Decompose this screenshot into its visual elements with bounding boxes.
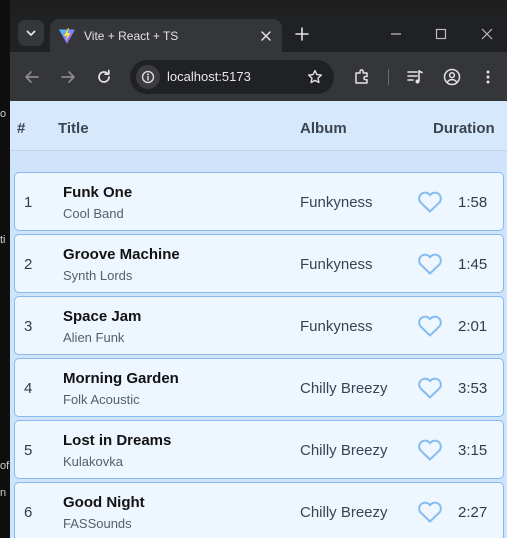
header-number: # xyxy=(17,120,26,137)
site-info-icon[interactable] xyxy=(136,65,160,89)
track-duration: 1:58 xyxy=(458,194,488,211)
page-content: # Title Album Duration 1 Funk One Cool B… xyxy=(10,101,507,538)
tab-strip: Vite + React + TS xyxy=(10,14,507,52)
heart-outline-icon[interactable] xyxy=(417,500,443,524)
track-title: Space Jam xyxy=(63,308,142,325)
queue-music-icon xyxy=(407,70,423,84)
track-duration: 2:27 xyxy=(458,504,488,521)
desktop-text-fragment: of xyxy=(0,460,10,472)
track-album: Funkyness xyxy=(300,318,373,335)
arrow-left-icon xyxy=(25,71,39,83)
close-window-button[interactable] xyxy=(476,23,498,45)
browser-tab-active[interactable]: Vite + React + TS xyxy=(50,19,282,52)
track-number: 2 xyxy=(24,256,33,273)
table-header: # Title Album Duration xyxy=(10,101,507,151)
tab-search-button[interactable] xyxy=(18,20,44,46)
maximize-icon xyxy=(435,28,447,40)
track-row[interactable]: 2 Groove Machine Synth Lords Funkyness 1… xyxy=(14,234,504,293)
desktop-text-fragment: n xyxy=(0,487,7,499)
track-artist: FASSounds xyxy=(63,516,132,531)
forward-button[interactable] xyxy=(55,64,81,90)
track-number: 1 xyxy=(24,194,33,211)
heart-outline-icon[interactable] xyxy=(417,252,443,276)
track-artist: Kulakovka xyxy=(63,454,123,469)
browser-window: Vite + React + TS localhost:5173 # Title… xyxy=(10,14,507,538)
track-number: 5 xyxy=(24,442,33,459)
desktop-background xyxy=(0,0,10,538)
media-controls-button[interactable] xyxy=(402,64,428,90)
close-tab-icon[interactable] xyxy=(256,26,276,46)
track-album: Funkyness xyxy=(300,256,373,273)
address-url: localhost:5173 xyxy=(167,69,251,84)
track-duration: 3:53 xyxy=(458,380,488,397)
track-album: Funkyness xyxy=(300,194,373,211)
maximize-button[interactable] xyxy=(430,23,452,45)
menu-button[interactable] xyxy=(475,64,501,90)
close-icon xyxy=(481,28,493,40)
track-row[interactable]: 5 Lost in Dreams Kulakovka Chilly Breezy… xyxy=(14,420,504,479)
bookmark-star-icon[interactable] xyxy=(304,66,326,88)
vite-logo-icon xyxy=(58,27,76,45)
reload-button[interactable] xyxy=(91,64,117,90)
new-tab-button[interactable] xyxy=(291,23,313,45)
track-album: Chilly Breezy xyxy=(300,380,388,397)
reload-icon xyxy=(98,69,110,83)
address-bar[interactable]: localhost:5173 xyxy=(130,60,334,94)
track-artist: Synth Lords xyxy=(63,268,133,283)
plus-icon xyxy=(295,27,309,41)
track-duration: 3:15 xyxy=(458,442,488,459)
extensions-button[interactable] xyxy=(349,64,375,90)
track-row[interactable]: 3 Space Jam Alien Funk Funkyness 2:01 xyxy=(14,296,504,355)
heart-outline-icon[interactable] xyxy=(417,438,443,462)
track-album: Chilly Breezy xyxy=(300,504,388,521)
track-artist: Cool Band xyxy=(63,206,124,221)
desktop-text-fragment: o xyxy=(0,108,7,120)
track-duration: 1:45 xyxy=(458,256,488,273)
track-title: Good Night xyxy=(63,494,145,511)
track-title: Lost in Dreams xyxy=(63,432,172,449)
heart-outline-icon[interactable] xyxy=(417,190,443,214)
track-artist: Folk Acoustic xyxy=(63,392,140,407)
minimize-button[interactable] xyxy=(385,23,407,45)
account-circle-icon xyxy=(443,68,461,86)
browser-toolbar: localhost:5173 xyxy=(10,52,507,101)
heart-outline-icon[interactable] xyxy=(417,314,443,338)
puzzle-icon xyxy=(355,69,368,84)
header-album: Album xyxy=(300,120,347,137)
track-title: Funk One xyxy=(63,184,133,201)
chevron-down-icon xyxy=(26,30,36,36)
track-title: Groove Machine xyxy=(63,246,180,263)
track-duration: 2:01 xyxy=(458,318,488,335)
track-title: Morning Garden xyxy=(63,370,179,387)
track-number: 4 xyxy=(24,380,33,397)
minimize-icon xyxy=(391,33,401,35)
track-number: 6 xyxy=(24,504,33,521)
track-album: Chilly Breezy xyxy=(300,442,388,459)
header-title: Title xyxy=(58,120,89,137)
back-button[interactable] xyxy=(19,64,45,90)
track-artist: Alien Funk xyxy=(63,330,125,345)
track-row[interactable]: 4 Morning Garden Folk Acoustic Chilly Br… xyxy=(14,358,504,417)
toolbar-separator xyxy=(388,69,389,85)
header-duration: Duration xyxy=(433,120,495,137)
arrow-right-icon xyxy=(61,71,75,83)
track-number: 3 xyxy=(24,318,33,335)
track-row[interactable]: 1 Funk One Cool Band Funkyness 1:58 xyxy=(14,172,504,231)
desktop-text-fragment: ti xyxy=(0,234,6,246)
tab-title: Vite + React + TS xyxy=(84,28,179,43)
track-row[interactable]: 6 Good Night FASSounds Chilly Breezy 2:2… xyxy=(14,482,504,538)
more-vert-icon xyxy=(486,70,490,84)
profile-button[interactable] xyxy=(439,64,465,90)
heart-outline-icon[interactable] xyxy=(417,376,443,400)
